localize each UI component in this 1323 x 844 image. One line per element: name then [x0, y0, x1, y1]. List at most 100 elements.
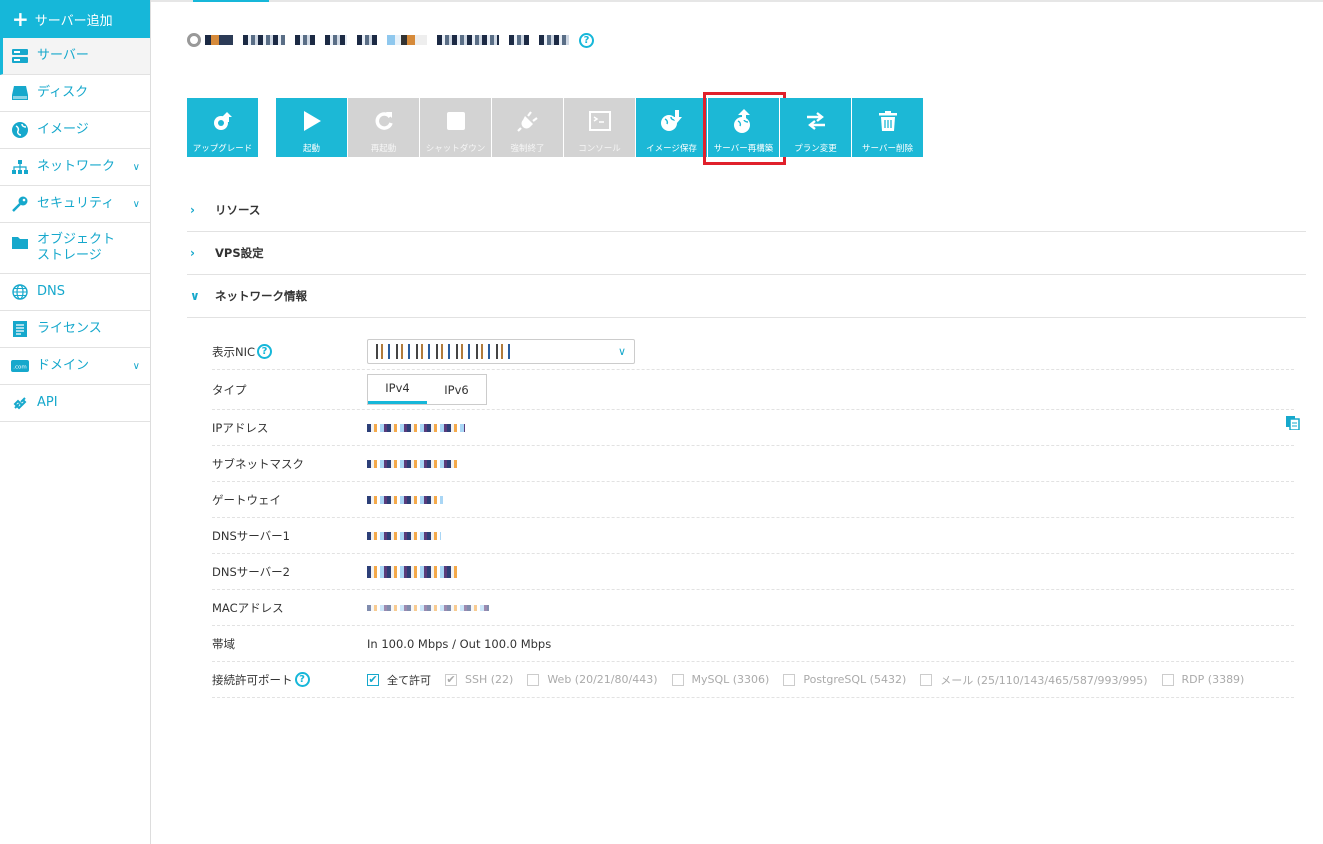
upgrade-label: アップグレード [192, 144, 253, 154]
checkbox-ssh[interactable]: ✔ [445, 673, 457, 686]
domain-icon: .com [11, 357, 29, 375]
port-label: PostgreSQL (5432) [803, 673, 907, 686]
row-type: タイプ IPv4 IPv6 [212, 370, 1294, 410]
plus-icon: + [12, 7, 29, 31]
row-gateway: ゲートウェイ [212, 482, 1294, 518]
tab-ipv6[interactable]: IPv6 [427, 375, 486, 404]
dns1-label: DNSサーバー1 [212, 528, 290, 543]
row-value [367, 495, 1294, 504]
row-key: 表示NIC ? [212, 344, 367, 360]
shutdown-button[interactable]: シャットダウン [420, 98, 491, 157]
sidebar-item-label: イメージ [37, 122, 89, 137]
network-info-table: 表示NIC ? ∨ タイプ IPv4 IPv6 IPアドレス サブネットマスク … [212, 334, 1300, 698]
row-key: DNSサーバー1 [212, 528, 367, 544]
section-vps-settings[interactable]: › VPS設定 [187, 232, 1306, 275]
port-label: MySQL (3306) [691, 673, 770, 686]
save-image-button[interactable]: イメージ保存 [636, 98, 707, 157]
redacted-text [367, 604, 489, 611]
sidebar-item-disk[interactable]: ディスク [0, 75, 150, 112]
stop-icon [446, 106, 466, 136]
checkbox-mail[interactable] [920, 673, 933, 686]
row-key: タイプ [212, 382, 367, 398]
ip-label: IPアドレス [212, 420, 269, 435]
upgrade-icon [212, 106, 234, 136]
row-value: In 100.0 Mbps / Out 100.0 Mbps [367, 637, 1294, 651]
sidebar-item-license[interactable]: ライセンス [0, 311, 150, 348]
upgrade-button[interactable]: アップグレード [187, 98, 258, 157]
checkbox-web[interactable] [527, 673, 540, 686]
ports-label: 接続許可ポート [212, 672, 293, 687]
row-subnet: サブネットマスク [212, 446, 1294, 482]
add-server-label: サーバー追加 [34, 13, 113, 29]
chevron-right-icon: › [190, 246, 195, 260]
sidebar-item-label: ライセンス [37, 321, 102, 336]
row-key: ゲートウェイ [212, 492, 367, 508]
api-icon [11, 394, 29, 412]
sidebar-item-object-storage[interactable]: オブジェクト ストレージ [0, 223, 150, 274]
active-top-tab-indicator[interactable] [193, 0, 269, 2]
swap-icon [805, 106, 827, 136]
bandwidth-value: In 100.0 Mbps / Out 100.0 Mbps [367, 636, 552, 651]
row-value [367, 459, 1294, 468]
sidebar-item-dns[interactable]: DNS [0, 274, 150, 311]
redacted-text [437, 35, 499, 45]
sidebar-item-server[interactable]: サーバー [0, 38, 150, 75]
svg-text:.com: .com [13, 365, 27, 371]
tab-ipv4[interactable]: IPv4 [368, 375, 427, 404]
sidebar-item-network[interactable]: ネットワーク ∨ [0, 149, 150, 186]
start-button[interactable]: 起動 [276, 98, 347, 157]
rebuild-icon [732, 106, 756, 136]
help-icon[interactable]: ? [257, 344, 273, 359]
mac-label: MACアドレス [212, 600, 284, 615]
redacted-text [325, 35, 347, 45]
checkbox-mysql[interactable] [671, 673, 684, 686]
play-icon [302, 106, 322, 136]
force-stop-label: 強制終了 [510, 144, 545, 154]
row-mac: MACアドレス [212, 590, 1294, 626]
checkbox-allow-all[interactable]: ✔ [367, 673, 379, 686]
redacted-text [367, 565, 457, 578]
help-icon[interactable]: ? [294, 672, 310, 687]
folder-icon [11, 233, 29, 251]
sidebar-item-label: オブジェクト ストレージ [37, 232, 116, 263]
redacted-text [205, 35, 233, 45]
bandwidth-label: 帯域 [212, 636, 235, 651]
sidebar-item-security[interactable]: セキュリティ ∨ [0, 186, 150, 223]
redacted-text [376, 344, 516, 359]
section-network-info[interactable]: ∨ ネットワーク情報 [187, 275, 1306, 318]
help-icon[interactable]: ? [579, 32, 594, 48]
network-icon [11, 158, 29, 176]
section-resource[interactable]: › リソース [187, 189, 1306, 232]
redacted-text [509, 35, 529, 45]
checkbox-postgresql[interactable] [783, 673, 796, 686]
main-content: ? アップグレード 起動 再起動 シャットダウン 強制終了 コンソール イメージ… [151, 0, 1323, 844]
change-plan-button[interactable]: プラン変更 [780, 98, 851, 157]
rebuild-server-button[interactable]: サーバー再構築 [703, 92, 786, 165]
redacted-text [387, 35, 427, 45]
row-value [367, 423, 1294, 432]
change-plan-label: プラン変更 [794, 144, 837, 154]
sidebar-item-domain[interactable]: .com ドメイン ∨ [0, 348, 150, 385]
subnet-label: サブネットマスク [212, 456, 304, 471]
row-nic: 表示NIC ? ∨ [212, 334, 1294, 370]
top-tab-bar [151, 0, 1323, 2]
sidebar-item-label: API [37, 395, 58, 410]
checkbox-rdp[interactable] [1161, 673, 1174, 686]
row-bandwidth: 帯域 In 100.0 Mbps / Out 100.0 Mbps [212, 626, 1294, 662]
row-value: IPv4 IPv6 [367, 374, 1294, 405]
force-stop-button[interactable]: 強制終了 [492, 98, 563, 157]
save-image-label: イメージ保存 [646, 144, 697, 154]
shutdown-label: シャットダウン [425, 144, 486, 154]
nic-label: 表示NIC [212, 344, 256, 359]
sidebar-item-api[interactable]: API [0, 385, 150, 422]
row-dns2: DNSサーバー2 [212, 554, 1294, 590]
nic-select[interactable]: ∨ [367, 339, 635, 364]
add-server-button[interactable]: + サーバー追加 [0, 0, 150, 38]
sidebar-item-image[interactable]: イメージ [0, 112, 150, 149]
console-button[interactable]: コンソール [564, 98, 635, 157]
restart-button[interactable]: 再起動 [348, 98, 419, 157]
delete-server-button[interactable]: サーバー削除 [852, 98, 923, 157]
server-action-toolbar: アップグレード 起動 再起動 シャットダウン 強制終了 コンソール イメージ保存… [187, 92, 924, 165]
sidebar: + サーバー追加 サーバー ディスク イメージ ネットワーク ∨ セキュリティ … [0, 0, 151, 844]
copy-icon[interactable] [1286, 416, 1300, 433]
